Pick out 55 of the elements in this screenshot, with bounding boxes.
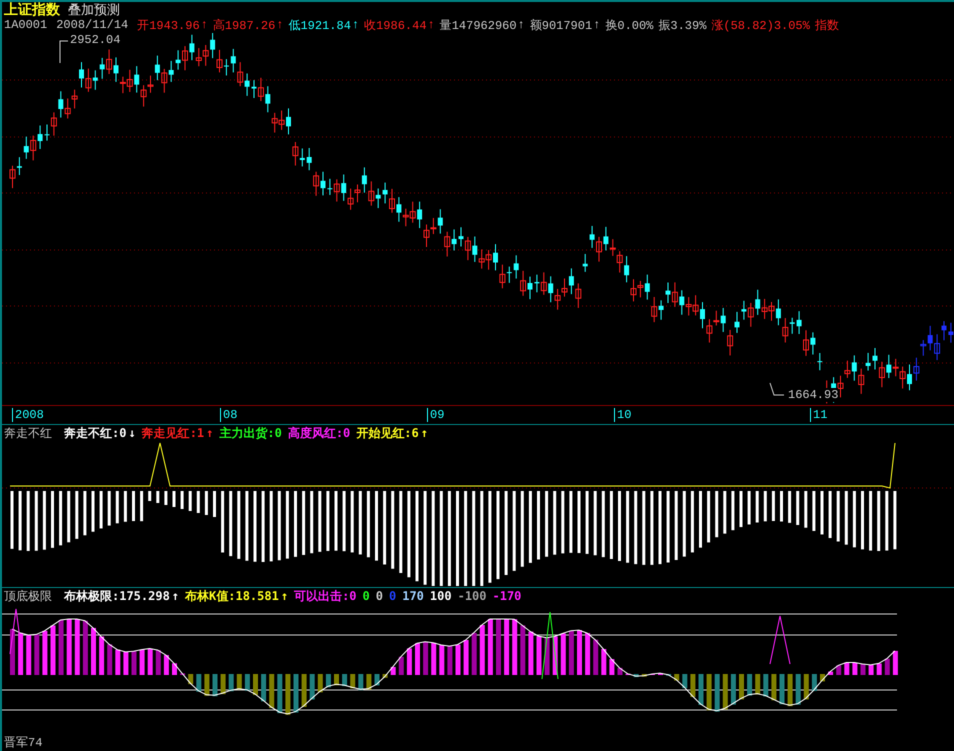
indicator-value: 布林极限:175.298 <box>64 588 170 604</box>
signal-spike <box>542 612 558 680</box>
quote-value: 振3.39% <box>658 18 706 34</box>
indicator-value: 高度风红:0 <box>288 424 350 442</box>
axis-label: 10 <box>614 408 632 422</box>
quote-value: 指数 <box>814 18 839 34</box>
indicator-value: 100 <box>430 589 452 603</box>
arrow-icon: ↑ <box>200 18 208 32</box>
arrow-icon: ↑ <box>352 18 360 32</box>
indicator-value: 0 <box>388 589 396 603</box>
indicator-value: 奔走见红:1 <box>142 424 204 442</box>
quote-value: 涨(58.82)3.05% <box>711 18 810 34</box>
indicator-value: 0 <box>376 589 383 603</box>
indicator-value: -170 <box>492 589 522 603</box>
stock-code: 1A0001 <box>4 18 48 32</box>
arrow-icon: ↑ <box>593 18 600 32</box>
quote-value: 开1943.96 <box>137 18 200 34</box>
indicator-value: 主力出货:0 <box>219 424 282 442</box>
indicator-value: 170 <box>402 589 424 603</box>
indicator-name: 顶底极限 <box>4 588 52 604</box>
quote-value: 额9017901 <box>530 18 592 34</box>
arrow-icon: ↑ <box>420 426 428 440</box>
signal-spike <box>770 616 790 664</box>
axis-label: 2008 <box>12 408 44 422</box>
indicator-tab[interactable]: 晋军74 <box>4 734 42 751</box>
indicator-value: 布林K值:18.581 <box>185 588 279 604</box>
indicator-value: -100 <box>458 589 486 603</box>
quote-value: 高1987.26 <box>212 18 276 34</box>
axis-label: 11 <box>810 408 828 422</box>
arrow-icon: ↓ <box>128 426 136 440</box>
axis-label: 09 <box>427 408 444 422</box>
indicator-value: 可以出击:0 <box>294 588 357 604</box>
arrow-icon: ↑ <box>280 589 288 603</box>
quote-value: 收1986.44 <box>364 18 427 34</box>
signal-spike <box>10 608 22 654</box>
arrow-icon: ↑ <box>276 18 284 32</box>
high-price-label: 2952.04 <box>70 33 120 47</box>
indicator-value: 奔走不红:0 <box>64 424 126 442</box>
indicator-value: 0 <box>362 589 370 603</box>
arrow-icon: ↑ <box>206 426 214 440</box>
indicator-name: 奔走不红 <box>4 424 52 442</box>
axis-label: 08 <box>220 408 238 422</box>
leader-line <box>60 40 68 64</box>
arrow-icon: ↑ <box>518 18 525 32</box>
leader-line <box>770 382 784 396</box>
arrow-icon: ↑ <box>172 589 180 603</box>
quote-value: 低1921.84 <box>288 18 351 34</box>
arrow-icon: ↑ <box>428 18 435 32</box>
chart-title: 上证指数 <box>4 0 60 18</box>
low-price-label: 1664.93 <box>788 388 838 402</box>
quote-value: 量147962960 <box>440 18 517 34</box>
quote-date: 2008/11/14 <box>56 18 128 32</box>
indicator-value: 开始见红:6 <box>356 424 419 442</box>
overlay-label: 叠加预测 <box>68 2 120 18</box>
quote-value: 换0.00% <box>605 18 654 34</box>
